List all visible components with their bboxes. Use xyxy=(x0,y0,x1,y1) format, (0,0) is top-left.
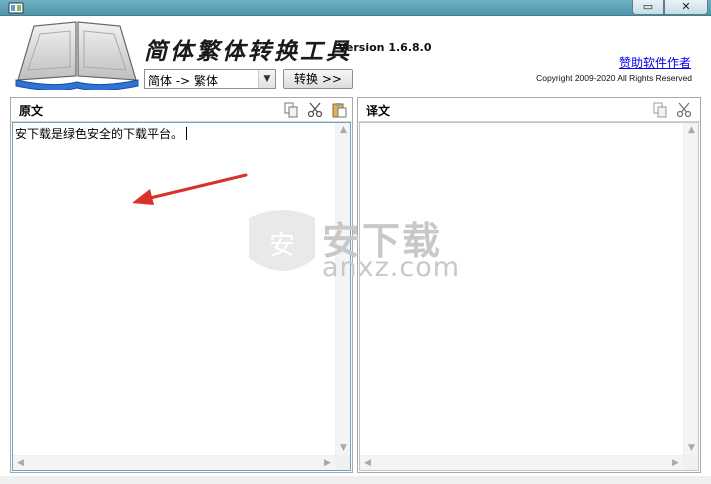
text-caret xyxy=(186,127,188,140)
source-vertical-scrollbar[interactable]: ▲ ▼ xyxy=(335,123,350,455)
scroll-right-icon[interactable]: ▶ xyxy=(320,458,335,468)
scroll-left-icon[interactable]: ◀ xyxy=(13,458,28,468)
app-header: 简体繁体转换工具 Version 1.6.8.0 赞助软件作者 Copyrigh… xyxy=(0,16,711,94)
copyright-text: Copyright 2009-2020 All Rights Reserved xyxy=(536,73,692,83)
scroll-up-icon[interactable]: ▲ xyxy=(336,125,351,135)
target-panel-header: 译文 xyxy=(358,98,700,122)
conversion-mode-value: 简体 -> 繁体 xyxy=(148,74,219,88)
source-horizontal-scrollbar[interactable]: ◀ ▶ xyxy=(13,455,335,470)
cut-icon[interactable] xyxy=(676,102,692,118)
target-horizontal-scrollbar[interactable]: ◀ ▶ xyxy=(360,455,683,470)
source-panel-title: 原文 xyxy=(19,104,44,118)
bottom-border xyxy=(0,476,711,484)
book-logo-icon xyxy=(15,21,139,90)
source-panel-header: 原文 xyxy=(11,98,352,122)
app-version: Version 1.6.8.0 xyxy=(338,41,432,54)
copy-icon[interactable] xyxy=(283,102,299,118)
copy-icon[interactable] xyxy=(652,102,668,118)
scroll-up-icon[interactable]: ▲ xyxy=(684,125,699,135)
scroll-down-icon[interactable]: ▼ xyxy=(684,443,699,453)
cut-icon[interactable] xyxy=(307,102,323,118)
watermark-domain: anxz.com xyxy=(322,252,461,283)
minimize-button[interactable]: ▭ xyxy=(632,0,664,15)
target-text-output[interactable]: ▲ ▼ ◀ ▶ xyxy=(359,122,699,471)
close-button[interactable]: ✕ xyxy=(664,0,708,15)
scroll-down-icon[interactable]: ▼ xyxy=(336,443,351,453)
app-title: 简体繁体转换工具 xyxy=(144,38,352,65)
app-icon xyxy=(8,2,24,14)
target-vertical-scrollbar[interactable]: ▲ ▼ xyxy=(683,123,698,455)
annotation-arrow-icon xyxy=(132,173,248,205)
scroll-right-icon[interactable]: ▶ xyxy=(668,458,683,468)
target-panel-title: 译文 xyxy=(366,104,391,118)
chevron-down-icon[interactable]: ▼ xyxy=(258,70,275,88)
title-bar: ▭ ✕ xyxy=(0,0,711,16)
scroll-left-icon[interactable]: ◀ xyxy=(360,458,375,468)
watermark-shield-char: 安 xyxy=(269,231,295,261)
scroll-corner xyxy=(335,455,350,470)
paste-icon[interactable] xyxy=(331,102,347,118)
sponsor-author-link[interactable]: 赞助软件作者 xyxy=(619,54,691,71)
source-text: 安下载是绿色安全的下载平台。 xyxy=(15,127,184,141)
scroll-corner xyxy=(683,455,698,470)
convert-button[interactable]: 转换 >> xyxy=(283,69,353,89)
conversion-mode-select[interactable]: 简体 -> 繁体 ▼ xyxy=(144,69,276,89)
